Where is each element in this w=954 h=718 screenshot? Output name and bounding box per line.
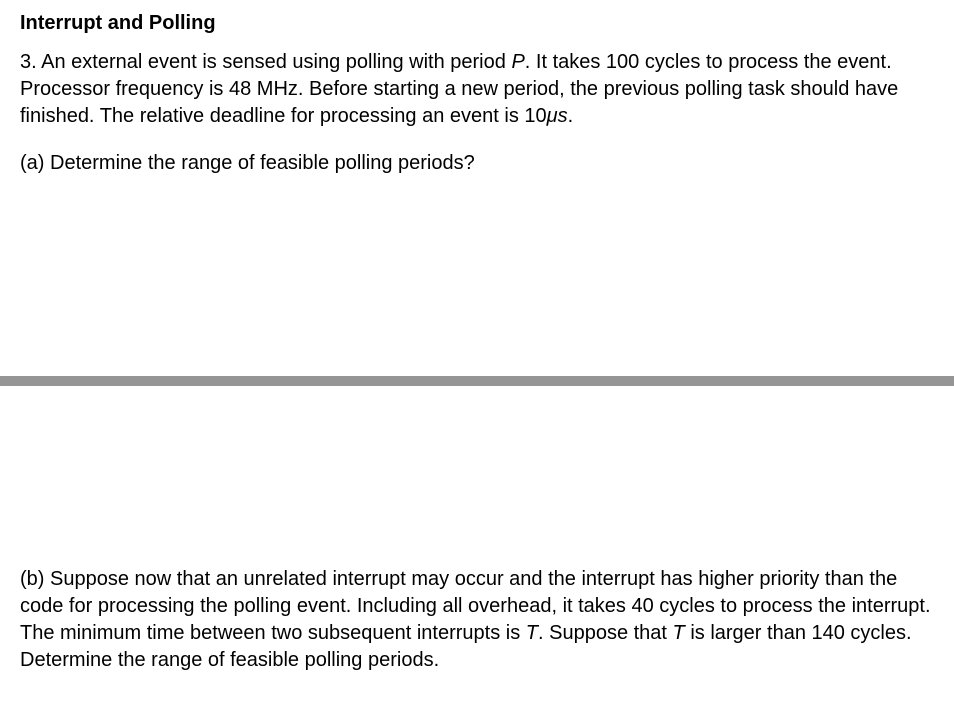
part-a: (a) Determine the range of feasible poll…: [20, 150, 934, 177]
unit-microseconds: μs: [547, 105, 568, 127]
question-number: 3.: [20, 51, 37, 73]
question-text-part1: An external event is sensed using pollin…: [41, 51, 511, 73]
variable-p: P: [511, 51, 524, 73]
variable-t: T: [526, 622, 538, 644]
section-title: Interrupt and Polling: [20, 12, 934, 35]
part-b-label: (b): [20, 568, 44, 590]
part-a-label: (a): [20, 152, 44, 174]
question-text-part3: .: [568, 105, 574, 127]
question-body: 3. An external event is sensed using pol…: [20, 49, 934, 130]
part-a-text: Determine the range of feasible polling …: [50, 152, 475, 174]
part-b-text2: . Suppose that: [538, 622, 673, 644]
horizontal-divider: [0, 376, 954, 386]
part-b: (b) Suppose now that an unrelated interr…: [20, 566, 934, 674]
variable-t2: T: [673, 622, 691, 644]
